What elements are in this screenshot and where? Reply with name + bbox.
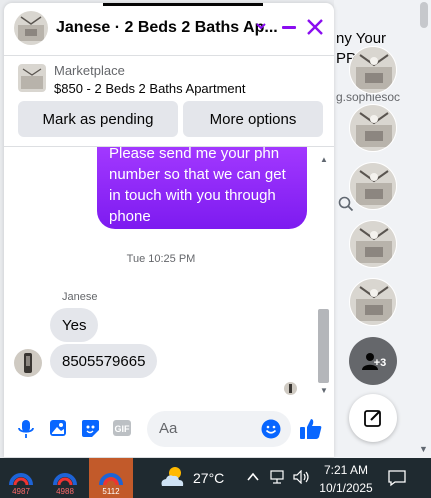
network-icon[interactable]	[270, 470, 286, 484]
chat-head-avatar[interactable]	[349, 220, 397, 268]
gif-icon[interactable]: GIF	[112, 419, 132, 437]
app-badge: 4987	[12, 487, 30, 496]
more-chats-button[interactable]: +3	[349, 337, 397, 385]
marketplace-label: Marketplace	[54, 63, 125, 78]
chat-head-avatar[interactable]	[349, 104, 397, 152]
seen-receipt-avatar	[284, 382, 297, 395]
temperature[interactable]: 27°C	[193, 470, 224, 486]
message-composer: GIF	[4, 404, 334, 454]
sticker-icon[interactable]	[81, 419, 100, 438]
notification-icon[interactable]	[388, 469, 406, 487]
taskbar-app[interactable]: 4988	[44, 458, 86, 498]
message-list: Please send me your phn number so that w…	[4, 145, 334, 397]
outgoing-message-text: Please send me your phn number so that w…	[109, 145, 286, 225]
chevron-up-icon[interactable]	[246, 470, 260, 484]
marketplace-banner: Marketplace $850 - 2 Beds 2 Baths Apartm…	[4, 56, 334, 146]
conversation-title[interactable]: Janese · 2 Beds 2 Baths Ap...	[56, 19, 278, 37]
app-icon	[9, 473, 33, 486]
partly-cloudy-icon[interactable]	[158, 464, 188, 490]
chat-head-avatar[interactable]	[349, 278, 397, 326]
sender-name: Janese	[62, 291, 98, 303]
close-icon[interactable]	[304, 16, 326, 38]
listing-thumbnail[interactable]	[18, 64, 46, 92]
more-chats-count: +3	[373, 357, 387, 369]
message-timestamp: Tue 10:25 PM	[126, 253, 196, 265]
contact-avatar[interactable]	[14, 11, 48, 45]
compose-icon	[364, 410, 381, 427]
app-icon	[53, 473, 77, 486]
taskbar: 4987 4988 5112 27°C 7:21 AM 10/1/2025	[0, 458, 431, 498]
taskbar-app-active[interactable]: 5112	[89, 458, 133, 498]
clock-time[interactable]: 7:21 AM	[318, 463, 374, 477]
app-badge: 4988	[56, 487, 74, 496]
microphone-icon[interactable]	[18, 419, 34, 439]
chevron-down-icon[interactable]	[254, 19, 268, 33]
incoming-message[interactable]: Yes	[50, 308, 99, 342]
app-icon	[99, 473, 123, 486]
listing-title[interactable]: $850 - 2 Beds 2 Baths Apartment	[54, 81, 246, 96]
message-input-box[interactable]	[147, 411, 291, 447]
incoming-message[interactable]: 8505579665	[50, 344, 158, 378]
chat-head-avatar[interactable]	[349, 162, 397, 210]
chat-window: Janese · 2 Beds 2 Baths Ap... Marketplac…	[4, 3, 334, 457]
photo-icon[interactable]	[49, 419, 67, 437]
sender-avatar[interactable]	[14, 349, 42, 377]
volume-icon[interactable]	[293, 470, 311, 484]
thumbs-up-icon[interactable]	[299, 417, 323, 441]
svg-text:GIF: GIF	[115, 424, 131, 434]
chat-header[interactable]: Janese · 2 Beds 2 Baths Ap...	[4, 3, 334, 56]
app-badge: 5112	[102, 487, 120, 496]
more-options-button[interactable]: More options	[183, 101, 323, 137]
outgoing-message[interactable]: Please send me your phn number so that w…	[97, 145, 307, 229]
page-scrollbar[interactable]: ▼	[417, 0, 431, 458]
message-input[interactable]	[157, 419, 261, 438]
taskbar-app[interactable]: 4987	[0, 458, 42, 498]
new-message-button[interactable]	[349, 394, 397, 442]
minimize-button[interactable]	[280, 17, 300, 37]
mark-as-pending-button[interactable]: Mark as pending	[18, 101, 178, 137]
chat-head-avatar[interactable]	[349, 46, 397, 94]
message-scrollbar[interactable]: ▲ ▼	[317, 147, 331, 397]
emoji-icon[interactable]	[261, 419, 281, 439]
clock-date[interactable]: 10/1/2025	[318, 481, 374, 495]
